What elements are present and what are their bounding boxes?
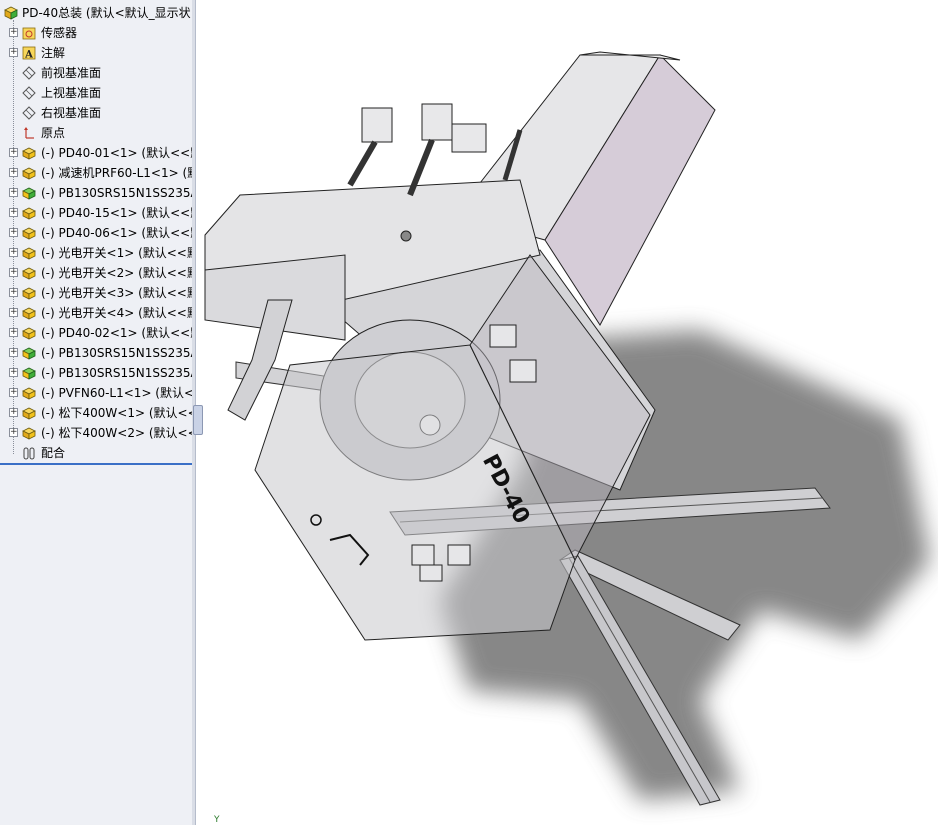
tree-item-label: 右视基准面 [41, 106, 102, 120]
part-icon [22, 167, 36, 180]
tree-item[interactable]: + (-) 光电开关<1> (默认<<默 [0, 243, 192, 263]
feature-manager-tree: PD-40总装 (默认<默认_显示状 + 传感器 + A 注解前视基准面上视基准面右视基… [0, 0, 193, 825]
mates-icon [23, 447, 35, 460]
tree-item-label: (-) PD40-15<1> (默认<<默 [41, 206, 192, 220]
tree-item-label: 上视基准面 [41, 86, 102, 100]
tree-item[interactable]: + (-) PB130SRS15N1SS235A [0, 183, 192, 203]
tree-item-label: (-) PVFN60-L1<1> (默认<< [41, 386, 192, 400]
assembly-model-view[interactable]: PD-40 [197, 0, 938, 825]
annotation-icon: A [22, 46, 36, 61]
part-icon [22, 387, 36, 400]
tree-item-label: (-) PD40-02<1> (默认<<默 [41, 326, 192, 340]
tree-item[interactable]: + (-) 光电开关<2> (默认<<默 [0, 263, 192, 283]
tree-item-label: (-) 光电开关<4> (默认<<默 [41, 306, 192, 320]
expand-toggle[interactable]: + [9, 48, 18, 57]
part-icon [22, 227, 36, 240]
tree-item-label: (-) 松下400W<2> (默认<< [41, 426, 192, 440]
subassembly-icon [22, 347, 36, 360]
tree-item[interactable]: 前视基准面 [0, 63, 192, 83]
tree-item[interactable]: + (-) 松下400W<2> (默认<< [0, 423, 192, 443]
part-icon [22, 267, 36, 280]
tree-item[interactable]: 上视基准面 [0, 83, 192, 103]
expand-toggle[interactable]: + [9, 388, 18, 397]
tree-item-label: 注解 [41, 46, 66, 60]
part-icon [22, 207, 36, 220]
plane-icon [22, 66, 36, 80]
tree-item[interactable]: + (-) 光电开关<4> (默认<<默 [0, 303, 192, 323]
tree-item-label: (-) 光电开关<1> (默认<<默 [41, 246, 192, 260]
tree-item[interactable]: + (-) PB130SRS15N1SS235A [0, 343, 192, 363]
part-icon [22, 407, 36, 420]
tree-item-label: 原点 [41, 126, 66, 140]
tree-item[interactable]: + (-) 减速机PRF60-L1<1> (默 [0, 163, 192, 183]
sensor-folder-icon [22, 27, 36, 40]
tree-item-label: (-) PD40-06<1> (默认<<默 [41, 226, 192, 240]
expand-toggle[interactable]: + [9, 248, 18, 257]
tree-root-label: PD-40总装 (默认<默认_显示状 [22, 6, 191, 20]
tree-item[interactable]: + (-) PB130SRS15N1SS235A [0, 363, 192, 383]
part-icon [22, 427, 36, 440]
part-icon [22, 147, 36, 160]
tree-item-label: 配合 [41, 446, 66, 460]
tree-end-rule [0, 463, 192, 465]
tree-item[interactable]: + A 注解 [0, 43, 192, 63]
tree-item[interactable]: + (-) PD40-06<1> (默认<<默 [0, 223, 192, 243]
tree-item-label: (-) PB130SRS15N1SS235A [41, 366, 192, 380]
tree-item[interactable]: + (-) 松下400W<1> (默认<< [0, 403, 192, 423]
expand-toggle[interactable]: + [9, 348, 18, 357]
tree-item-label: (-) PD40-01<1> (默认<<默 [41, 146, 192, 160]
view-triad: Y [214, 815, 220, 825]
expand-toggle[interactable]: + [9, 228, 18, 237]
origin-icon [24, 127, 34, 139]
plane-icon [22, 106, 36, 120]
subassembly-icon [22, 187, 36, 200]
expand-toggle[interactable]: + [9, 328, 18, 337]
tree-item-label: (-) PB130SRS15N1SS235A [41, 186, 192, 200]
tree-item[interactable]: + (-) PD40-02<1> (默认<<默 [0, 323, 192, 343]
expand-toggle[interactable]: + [9, 308, 18, 317]
tree-item[interactable]: 配合 [0, 443, 192, 463]
tree-item[interactable]: + (-) PD40-15<1> (默认<<默 [0, 203, 192, 223]
tree-item-label: (-) 松下400W<1> (默认<< [41, 406, 192, 420]
part-icon [22, 287, 36, 300]
subassembly-icon [22, 367, 36, 380]
expand-toggle[interactable]: + [9, 208, 18, 217]
tree-item[interactable]: + (-) PD40-01<1> (默认<<默 [0, 143, 192, 163]
expand-toggle[interactable]: + [9, 368, 18, 377]
assembly-icon [4, 6, 18, 20]
expand-toggle[interactable]: + [9, 428, 18, 437]
tree-item-label: 前视基准面 [41, 66, 102, 80]
tree-item[interactable]: + 传感器 [0, 23, 192, 43]
plane-icon [22, 86, 36, 100]
tree-item[interactable]: 原点 [0, 123, 192, 143]
expand-toggle[interactable]: + [9, 168, 18, 177]
tree-item[interactable]: + (-) PVFN60-L1<1> (默认<< [0, 383, 192, 403]
tree-item-label: (-) PB130SRS15N1SS235A [41, 346, 192, 360]
expand-toggle[interactable]: + [9, 408, 18, 417]
expand-toggle[interactable]: + [9, 148, 18, 157]
expand-toggle[interactable]: + [9, 268, 18, 277]
tree-item-label: 传感器 [41, 26, 78, 40]
tree-item[interactable]: 右视基准面 [0, 103, 192, 123]
expand-toggle[interactable]: + [9, 188, 18, 197]
graphics-viewport[interactable]: PD-40 [197, 0, 938, 825]
tree-item-label: (-) 减速机PRF60-L1<1> (默 [41, 166, 192, 180]
expand-toggle[interactable]: + [9, 28, 18, 37]
tree-item[interactable]: + (-) 光电开关<3> (默认<<默 [0, 283, 192, 303]
tree-item-label: (-) 光电开关<3> (默认<<默 [41, 286, 192, 300]
part-icon [22, 327, 36, 340]
tree-item-label: (-) 光电开关<2> (默认<<默 [41, 266, 192, 280]
part-icon [22, 247, 36, 260]
svg-text:A: A [24, 50, 33, 61]
expand-toggle[interactable]: + [9, 288, 18, 297]
part-icon [22, 307, 36, 320]
tree-root-item[interactable]: PD-40总装 (默认<默认_显示状 [0, 3, 192, 23]
